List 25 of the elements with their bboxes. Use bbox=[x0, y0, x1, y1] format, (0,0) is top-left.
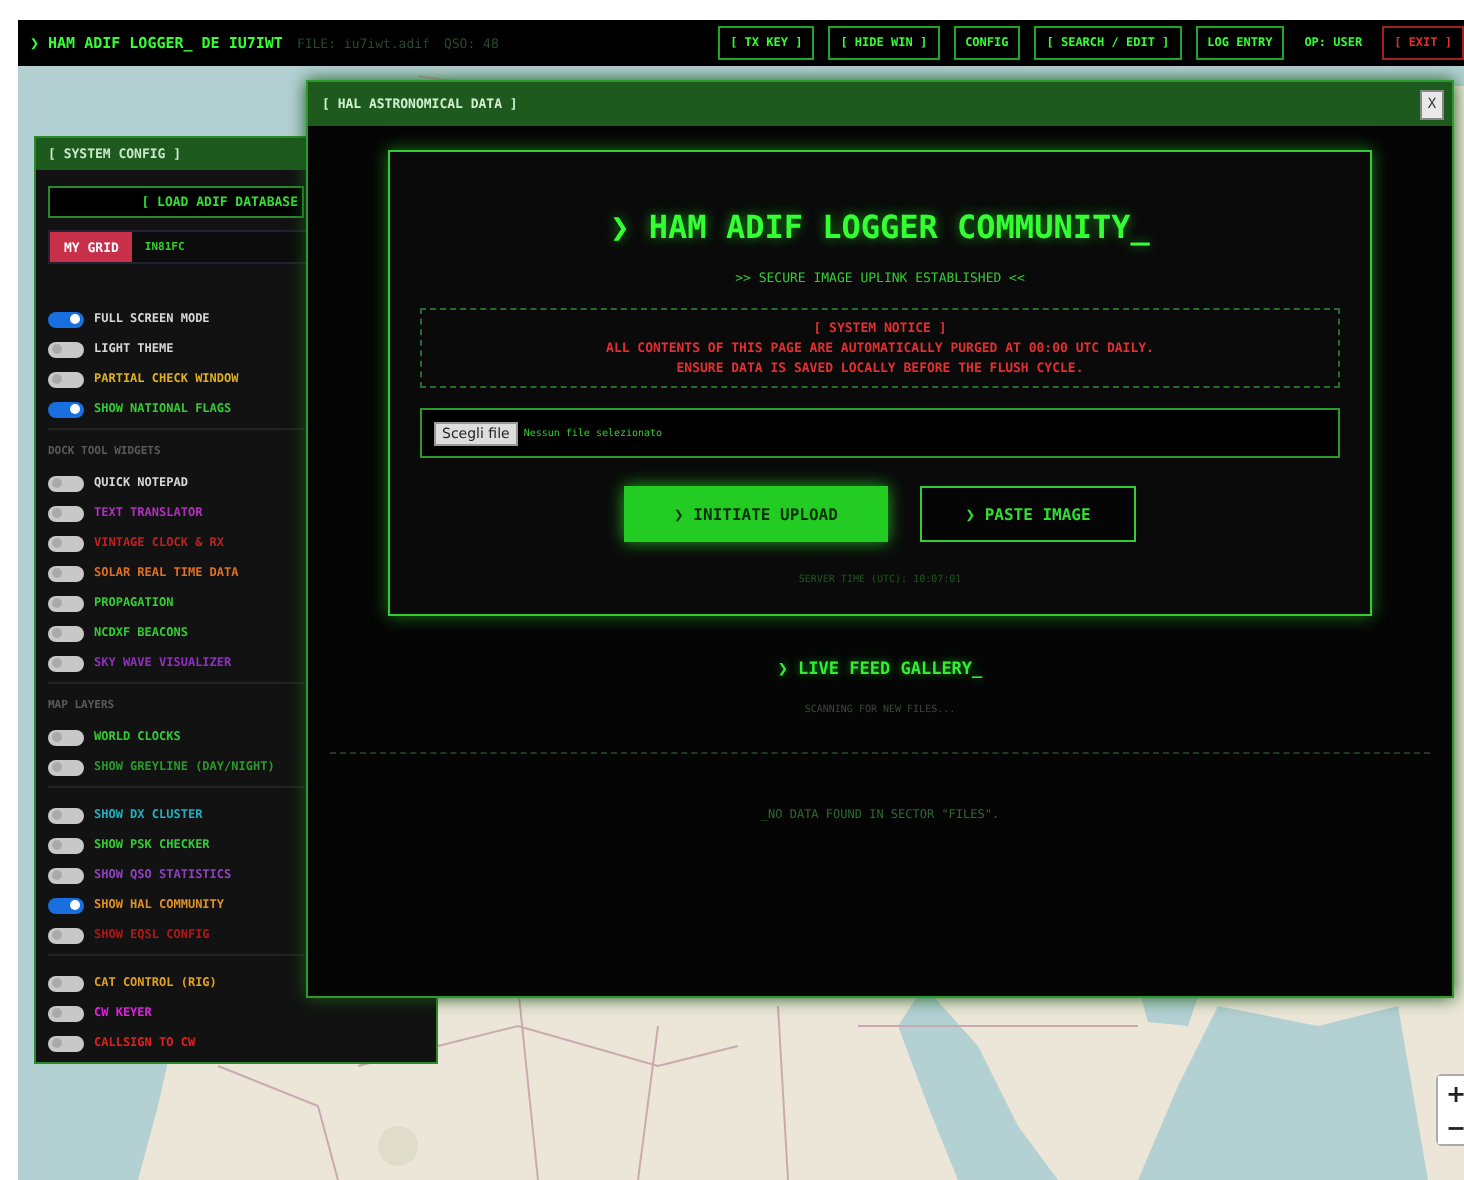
toggle-switch[interactable] bbox=[48, 837, 84, 853]
toggle-switch[interactable] bbox=[48, 927, 84, 943]
toggle-switch[interactable] bbox=[48, 535, 84, 551]
toggle-switch[interactable] bbox=[48, 655, 84, 671]
toggle-switch[interactable] bbox=[48, 867, 84, 883]
paste-button[interactable]: ❯ PASTE IMAGE bbox=[920, 486, 1136, 542]
toggle-switch[interactable] bbox=[48, 1035, 84, 1051]
community-heading: ❯ HAM ADIF LOGGER COMMUNITY_ bbox=[610, 208, 1150, 246]
toggle-switch[interactable] bbox=[48, 729, 84, 745]
toggle-switch[interactable] bbox=[48, 341, 84, 357]
gallery-heading: ❯ LIVE FEED GALLERY_ bbox=[777, 660, 983, 680]
toggle-switch[interactable] bbox=[48, 759, 84, 775]
toggle-switch[interactable] bbox=[48, 625, 84, 641]
toggle-switch[interactable] bbox=[48, 565, 84, 581]
toggle-switch[interactable] bbox=[48, 1005, 84, 1021]
toggle-switch[interactable] bbox=[48, 807, 84, 823]
toggle-switch[interactable] bbox=[48, 975, 84, 991]
toggle-switch[interactable] bbox=[48, 371, 84, 387]
toggle-switch[interactable] bbox=[48, 505, 84, 521]
toggle-switch[interactable] bbox=[48, 897, 84, 913]
toggle-switch[interactable] bbox=[48, 311, 84, 327]
toggle-switch[interactable] bbox=[48, 475, 84, 491]
toggle-switch[interactable] bbox=[48, 595, 84, 611]
upload-button[interactable]: ❯ INITIATE UPLOAD bbox=[624, 486, 888, 542]
toggle-switch[interactable] bbox=[48, 401, 84, 417]
